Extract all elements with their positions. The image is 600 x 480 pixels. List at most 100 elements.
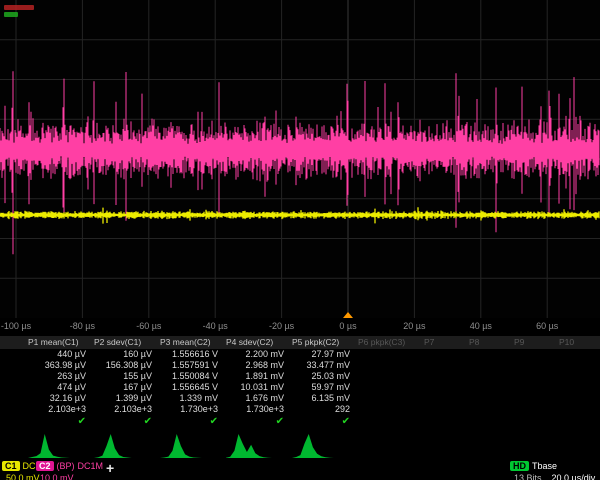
param-header-6[interactable]: P6 pkpk(C3) (356, 336, 422, 349)
table-row: 32.16 µV1.399 µV1.339 mV1.676 mV6.135 mV (0, 393, 600, 404)
histicon-P2[interactable] (94, 432, 140, 458)
param-value: 155 µV (92, 371, 158, 382)
param-header-4[interactable]: P4 sdev(C2) (224, 336, 290, 349)
trace-C2 (0, 71, 599, 254)
param-value: 1.556645 V (158, 382, 224, 393)
param-status-check (512, 415, 557, 428)
histicon-row (0, 430, 600, 460)
time-tick-label: -20 µs (269, 321, 294, 331)
param-header-10[interactable]: P10 (557, 336, 600, 349)
histicon-P1[interactable] (28, 432, 74, 458)
param-value: 160 µV (92, 349, 158, 360)
param-value (557, 393, 600, 404)
param-value (512, 404, 557, 415)
param-header-2[interactable]: P2 sdev(C1) (92, 336, 158, 349)
hd-badge: HD (510, 461, 529, 471)
param-status-check: ✔ (26, 415, 92, 428)
table-row: 440 µV160 µV1.556616 V2.200 mV27.97 mV (0, 349, 600, 360)
param-status-check (422, 415, 467, 428)
timebase-descriptor[interactable]: HDTbase 13 Bits20.0 µs/div (510, 461, 595, 480)
channel-descriptor-c2[interactable]: C2(BP)DC1M 10.0 mV (36, 461, 106, 480)
param-status-check: ✔ (92, 415, 158, 428)
table-row: 263 µV155 µV1.550084 V1.891 mV25.03 mV (0, 371, 600, 382)
param-header-3[interactable]: P3 mean(C2) (158, 336, 224, 349)
histicon-P4[interactable] (226, 432, 272, 458)
param-value: 1.339 mV (158, 393, 224, 404)
param-value (512, 393, 557, 404)
param-status-check (467, 415, 512, 428)
param-value (422, 404, 467, 415)
param-value (467, 393, 512, 404)
top-left-annotation (4, 5, 34, 19)
time-tick-label: 40 µs (470, 321, 492, 331)
param-value: 292 (290, 404, 356, 415)
histicon-P5[interactable] (292, 432, 338, 458)
trigger-position-marker[interactable] (343, 312, 353, 318)
param-value (422, 360, 467, 371)
time-axis: -100 µs-80 µs-60 µs-40 µs-20 µs0 µs20 µs… (0, 318, 600, 335)
top-left-annotation-bar-1 (4, 5, 34, 10)
param-value: 363.98 µV (26, 360, 92, 371)
param-value: 10.031 mV (224, 382, 290, 393)
param-value (422, 371, 467, 382)
param-value (356, 404, 422, 415)
param-header-5[interactable]: P5 pkpk(C2) (290, 336, 356, 349)
c2-coupling: DC1M (78, 461, 104, 471)
param-value (356, 382, 422, 393)
histicon-P3[interactable] (160, 432, 206, 458)
param-value: 474 µV (26, 382, 92, 393)
param-value (356, 371, 422, 382)
param-value: 1.550084 V (158, 371, 224, 382)
param-value (512, 360, 557, 371)
oscilloscope-screen: -100 µs-80 µs-60 µs-40 µs-20 µs0 µs20 µs… (0, 0, 600, 480)
param-status-check (557, 415, 600, 428)
param-header-9[interactable]: P9 (512, 336, 557, 349)
param-value (467, 371, 512, 382)
param-value: 2.200 mV (224, 349, 290, 360)
top-left-annotation-bar-2 (4, 12, 18, 17)
param-header-8[interactable]: P8 (467, 336, 512, 349)
param-header-1[interactable]: P1 mean(C1) (26, 336, 92, 349)
param-value (557, 360, 600, 371)
param-value (557, 349, 600, 360)
c2-scale: 10.0 mV (36, 473, 106, 480)
param-value (467, 382, 512, 393)
time-tick-label: 20 µs (403, 321, 425, 331)
param-value (467, 360, 512, 371)
param-value: 1.557591 V (158, 360, 224, 371)
param-value (356, 349, 422, 360)
param-value: 33.477 mV (290, 360, 356, 371)
time-tick-label: -60 µs (136, 321, 161, 331)
param-value: 2.968 mV (224, 360, 290, 371)
param-value (356, 360, 422, 371)
param-value: 2.103e+3 (92, 404, 158, 415)
param-value: 1.399 µV (92, 393, 158, 404)
param-status-check (356, 415, 422, 428)
table-row: P1 mean(C1)P2 sdev(C1)P3 mean(C2)P4 sdev… (0, 336, 600, 349)
param-value (467, 404, 512, 415)
bottom-status-bar: C1DC1M 50.0 mV C2(BP)DC1M 10.0 mV + HDTb… (0, 460, 600, 480)
time-tick-label: 0 µs (339, 321, 356, 331)
param-value: 1.730e+3 (224, 404, 290, 415)
param-value (557, 382, 600, 393)
param-value: 167 µV (92, 382, 158, 393)
param-value: 156.308 µV (92, 360, 158, 371)
cursor-marker[interactable]: + (106, 460, 114, 476)
table-row: 363.98 µV156.308 µV1.557591 V2.968 mV33.… (0, 360, 600, 371)
param-value (557, 371, 600, 382)
param-value: 59.97 mV (290, 382, 356, 393)
time-tick-label: -40 µs (203, 321, 228, 331)
c2-bandwidth: (BP) (57, 461, 75, 471)
param-value (557, 404, 600, 415)
c1-badge: C1 (2, 461, 20, 471)
waveform-display[interactable] (0, 0, 600, 318)
param-value (422, 393, 467, 404)
trace-C1 (0, 207, 599, 223)
time-tick-label: -100 µs (1, 321, 31, 331)
param-status-check: ✔ (290, 415, 356, 428)
param-header-7[interactable]: P7 (422, 336, 467, 349)
param-value: 1.891 mV (224, 371, 290, 382)
param-value (512, 371, 557, 382)
param-value: 27.97 mV (290, 349, 356, 360)
time-tick-label: 60 µs (536, 321, 558, 331)
